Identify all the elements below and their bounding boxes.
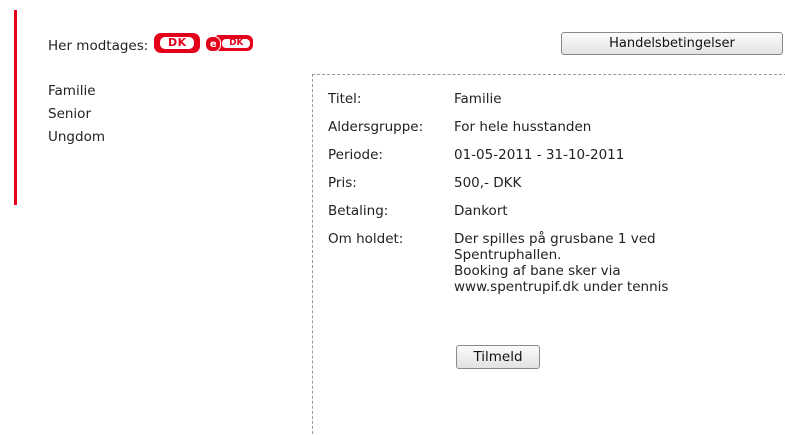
dankort-logo: DK — [154, 33, 201, 53]
detail-value: Der spilles på grusbane 1 ved Spentrupha… — [454, 231, 668, 295]
detail-key: Om holdet: — [328, 231, 404, 247]
edankort-logo: e DK — [205, 33, 254, 53]
detail-key: Periode: — [328, 147, 383, 163]
details-panel: Titel: Familie Aldersgruppe: For hele hu… — [312, 74, 785, 435]
category-item-senior[interactable]: Senior — [48, 103, 105, 126]
description-line: Der spilles på grusbane 1 ved — [454, 231, 656, 247]
terms-button[interactable]: Handelsbetingelser — [561, 32, 783, 55]
category-list: Familie Senior Ungdom — [48, 80, 105, 149]
detail-row-price: Pris: 500,- DKK — [328, 175, 668, 203]
detail-value: For hele husstanden — [454, 119, 592, 135]
payment-label: Her modtages: — [48, 38, 149, 54]
category-item-familie[interactable]: Familie — [48, 80, 105, 103]
payment-accepted: Her modtages: DK e DK — [48, 30, 254, 56]
detail-row-payment: Betaling: Dankort — [328, 203, 668, 231]
detail-row-title: Titel: Familie — [328, 91, 668, 119]
detail-value: Dankort — [454, 203, 508, 219]
detail-value: Familie — [454, 91, 502, 107]
page: Her modtages: DK e DK Handelsbetingelser… — [0, 0, 785, 435]
detail-key: Titel: — [328, 91, 362, 107]
description-line: www.spentrupif.dk under tennis — [454, 279, 669, 295]
description-line: Booking af bane sker via — [454, 263, 621, 279]
detail-key: Pris: — [328, 175, 357, 191]
detail-value: 500,- DKK — [454, 175, 522, 191]
signup-button[interactable]: Tilmeld — [456, 345, 540, 369]
description-line: Spentruphallen. — [454, 247, 562, 263]
red-accent-bar — [14, 10, 17, 205]
detail-row-age-group: Aldersgruppe: For hele husstanden — [328, 119, 668, 147]
details-table: Titel: Familie Aldersgruppe: For hele hu… — [328, 91, 668, 295]
detail-row-period: Periode: 01-05-2011 - 31-10-2011 — [328, 147, 668, 175]
category-item-ungdom[interactable]: Ungdom — [48, 126, 105, 149]
detail-value: 01-05-2011 - 31-10-2011 — [454, 147, 625, 163]
detail-row-description: Om holdet: Der spilles på grusbane 1 ved… — [328, 231, 668, 295]
detail-key: Betaling: — [328, 203, 389, 219]
detail-key: Aldersgruppe: — [328, 119, 424, 135]
